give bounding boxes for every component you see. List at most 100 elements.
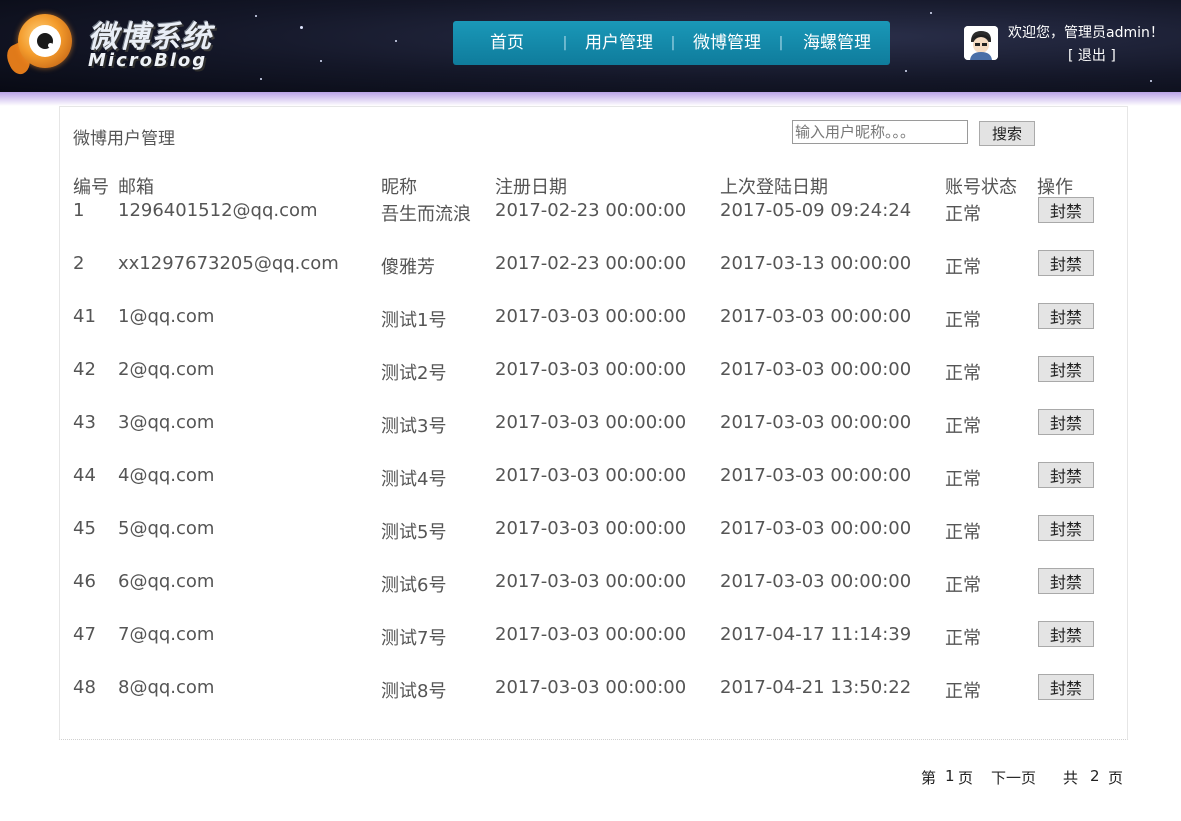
cell-id: 2 bbox=[73, 253, 85, 274]
nav-item-user-management[interactable]: 用户管理 bbox=[569, 21, 669, 65]
ban-button[interactable]: 封禁 bbox=[1038, 197, 1094, 223]
search-button[interactable]: 搜索 bbox=[979, 121, 1035, 146]
cell-id: 45 bbox=[73, 518, 96, 539]
column-header-last-login: 上次登陆日期 bbox=[720, 177, 828, 198]
cell-status: 正常 bbox=[945, 310, 981, 331]
cell-last-login: 2017-03-03 00:00:00 bbox=[720, 306, 912, 327]
cell-id: 48 bbox=[73, 677, 96, 698]
cell-id: 41 bbox=[73, 306, 96, 327]
cell-nickname: 测试1号 bbox=[381, 310, 447, 331]
pager-total-unit: 页 bbox=[1108, 769, 1124, 787]
star-decoration bbox=[255, 15, 257, 17]
cell-id: 46 bbox=[73, 571, 96, 592]
cell-last-login: 2017-03-03 00:00:00 bbox=[720, 465, 912, 486]
column-header-status: 账号状态 bbox=[945, 177, 1017, 198]
pager-prefix: 第 bbox=[921, 769, 937, 787]
logo[interactable]: 微博系统 MicroBlog bbox=[2, 4, 238, 88]
user-avatar-icon bbox=[964, 26, 998, 60]
star-decoration bbox=[395, 40, 397, 42]
column-header-email: 邮箱 bbox=[118, 177, 154, 198]
ban-button[interactable]: 封禁 bbox=[1038, 462, 1094, 488]
nav-separator: | bbox=[670, 35, 676, 51]
cell-status: 正常 bbox=[945, 204, 981, 225]
cell-reg-date: 2017-03-03 00:00:00 bbox=[495, 518, 687, 539]
nav-item-home[interactable]: 首页 bbox=[453, 21, 561, 65]
column-header-id: 编号 bbox=[73, 177, 109, 198]
ban-button[interactable]: 封禁 bbox=[1038, 409, 1094, 435]
cell-id: 1 bbox=[73, 200, 85, 221]
cell-last-login: 2017-04-21 13:50:22 bbox=[720, 677, 912, 698]
cell-email: 6@qq.com bbox=[118, 571, 215, 592]
cell-nickname: 测试2号 bbox=[381, 363, 447, 384]
ban-button[interactable]: 封禁 bbox=[1038, 621, 1094, 647]
cell-status: 正常 bbox=[945, 522, 981, 543]
cell-reg-date: 2017-03-03 00:00:00 bbox=[495, 412, 687, 433]
star-decoration bbox=[300, 26, 303, 29]
cell-id: 47 bbox=[73, 624, 96, 645]
cell-reg-date: 2017-03-03 00:00:00 bbox=[495, 359, 687, 380]
cell-nickname: 测试4号 bbox=[381, 469, 447, 490]
ban-button[interactable]: 封禁 bbox=[1038, 303, 1094, 329]
cell-nickname: 测试7号 bbox=[381, 628, 447, 649]
ban-button[interactable]: 封禁 bbox=[1038, 515, 1094, 541]
cell-reg-date: 2017-03-03 00:00:00 bbox=[495, 677, 687, 698]
cell-status: 正常 bbox=[945, 416, 981, 437]
star-decoration bbox=[1150, 80, 1152, 82]
main-nav: 首页 | 用户管理 | 微博管理 | 海螺管理 bbox=[453, 21, 890, 65]
cell-reg-date: 2017-02-23 00:00:00 bbox=[495, 253, 687, 274]
cell-email: 2@qq.com bbox=[118, 359, 215, 380]
panel-title: 微博用户管理 bbox=[73, 129, 175, 149]
cell-email: 4@qq.com bbox=[118, 465, 215, 486]
cell-last-login: 2017-05-09 09:24:24 bbox=[720, 200, 912, 221]
ban-button[interactable]: 封禁 bbox=[1038, 568, 1094, 594]
cell-last-login: 2017-04-17 11:14:39 bbox=[720, 624, 912, 645]
ban-button[interactable]: 封禁 bbox=[1038, 674, 1094, 700]
cell-email: 1@qq.com bbox=[118, 306, 215, 327]
nav-item-weibo-management[interactable]: 微博管理 bbox=[677, 21, 777, 65]
cell-email: 1296401512@qq.com bbox=[118, 200, 318, 221]
cell-status: 正常 bbox=[945, 628, 981, 649]
welcome-text: 欢迎您，管理员admin！ bbox=[1008, 25, 1164, 41]
nav-separator: | bbox=[778, 35, 784, 51]
cell-status: 正常 bbox=[945, 363, 981, 384]
cell-email: xx1297673205@qq.com bbox=[118, 253, 339, 274]
cell-nickname: 吾生而流浪 bbox=[381, 204, 471, 225]
cell-email: 8@qq.com bbox=[118, 677, 215, 698]
cell-reg-date: 2017-03-03 00:00:00 bbox=[495, 465, 687, 486]
cell-email: 3@qq.com bbox=[118, 412, 215, 433]
logout-link[interactable]: [ 退出 ] bbox=[1068, 45, 1116, 65]
cell-id: 42 bbox=[73, 359, 96, 380]
star-decoration bbox=[260, 78, 262, 80]
cell-status: 正常 bbox=[945, 469, 981, 490]
star-decoration bbox=[905, 70, 907, 72]
cartoon-eye-fish-icon bbox=[18, 14, 72, 68]
cell-nickname: 测试8号 bbox=[381, 681, 447, 702]
cell-last-login: 2017-03-03 00:00:00 bbox=[720, 359, 912, 380]
cell-email: 7@qq.com bbox=[118, 624, 215, 645]
cell-nickname: 傻雅芳 bbox=[381, 257, 435, 278]
ban-button[interactable]: 封禁 bbox=[1038, 250, 1094, 276]
cell-last-login: 2017-03-03 00:00:00 bbox=[720, 571, 912, 592]
ban-button[interactable]: 封禁 bbox=[1038, 356, 1094, 382]
star-decoration bbox=[930, 12, 932, 14]
cell-last-login: 2017-03-03 00:00:00 bbox=[720, 518, 912, 539]
nav-separator: | bbox=[562, 35, 568, 51]
logo-subtitle: MicroBlog bbox=[88, 50, 208, 71]
pager-total-pages: 2 bbox=[1090, 767, 1100, 785]
user-management-panel: 微博用户管理 搜索 编号 邮箱 昵称 注册日期 上次登陆日期 账号状态 操作 1… bbox=[59, 106, 1128, 740]
cell-reg-date: 2017-03-03 00:00:00 bbox=[495, 306, 687, 327]
column-header-reg-date: 注册日期 bbox=[495, 177, 567, 198]
cell-reg-date: 2017-03-03 00:00:00 bbox=[495, 571, 687, 592]
cell-status: 正常 bbox=[945, 257, 981, 278]
cell-reg-date: 2017-02-23 00:00:00 bbox=[495, 200, 687, 221]
next-page-link[interactable]: 下一页 bbox=[991, 767, 1036, 788]
cell-reg-date: 2017-03-03 00:00:00 bbox=[495, 624, 687, 645]
column-header-action: 操作 bbox=[1037, 177, 1073, 198]
header-divider bbox=[0, 92, 1181, 106]
pager-total-prefix: 共 bbox=[1063, 769, 1079, 787]
column-header-nickname: 昵称 bbox=[381, 177, 417, 198]
nav-item-conch-management[interactable]: 海螺管理 bbox=[785, 21, 889, 65]
search-input[interactable] bbox=[792, 120, 968, 144]
pager-current-page: 1 bbox=[945, 767, 955, 785]
cell-nickname: 测试5号 bbox=[381, 522, 447, 543]
